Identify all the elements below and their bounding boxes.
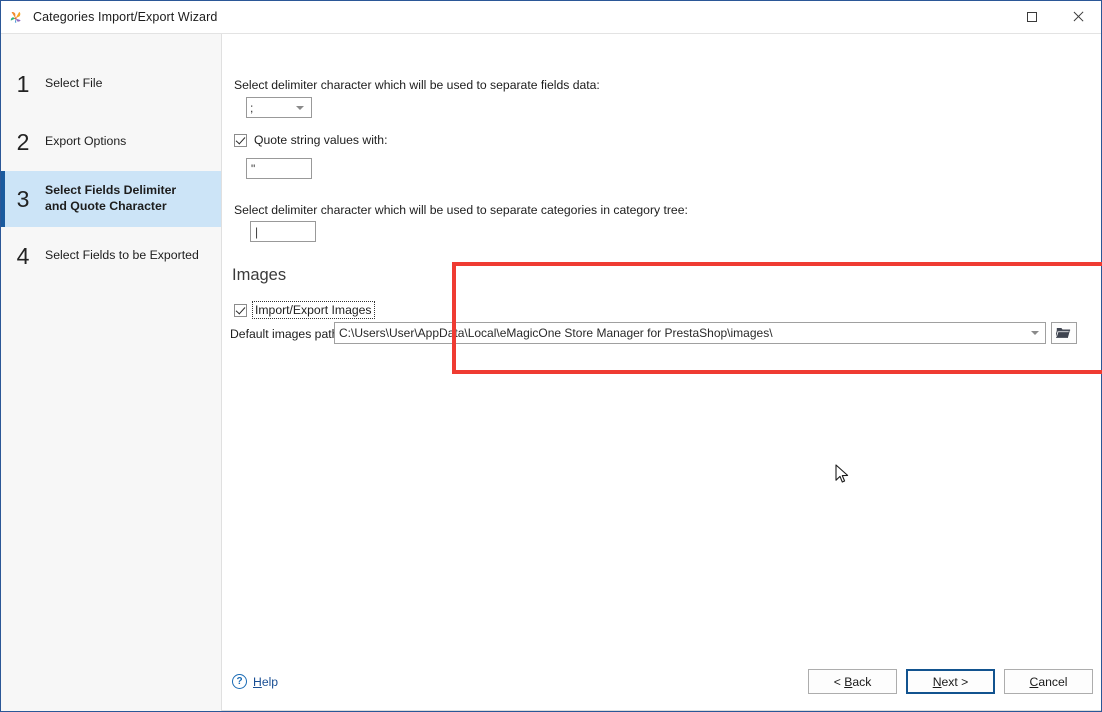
close-icon [1072, 10, 1085, 23]
sidebar-step-1[interactable]: 1 Select File [1, 55, 221, 113]
chevron-down-icon[interactable] [1027, 331, 1043, 335]
default-images-path-label: Default images path [230, 327, 338, 341]
window-body: 1 Select File 2 Export Options 3 Select … [1, 33, 1101, 711]
step-label: Export Options [45, 134, 138, 150]
browse-folder-button[interactable] [1051, 322, 1077, 344]
step-label: Select Fields Delimiter and Quote Charac… [45, 183, 211, 214]
wizard-content-pane: Select delimiter character which will be… [222, 34, 1101, 711]
quote-character-input[interactable]: " [246, 158, 312, 179]
step-label: Select Fields to be Exported [45, 248, 211, 264]
title-bar: Categories Import/Export Wizard [1, 1, 1101, 33]
quote-character-value: " [251, 162, 255, 176]
question-mark-circle-icon: ? [232, 674, 247, 689]
cancel-button-label: Cancel [1030, 675, 1068, 689]
help-link[interactable]: ? Help [232, 674, 278, 689]
next-button-label: Next > [933, 675, 969, 689]
butterfly-logo-icon [8, 9, 24, 25]
category-delimiter-value: | [255, 225, 258, 239]
caption-buttons [1009, 1, 1101, 33]
images-group-title: Images [232, 266, 286, 285]
fields-delimiter-value: ; [250, 101, 296, 115]
step-number: 3 [1, 187, 45, 211]
sidebar-step-4[interactable]: 4 Select Fields to be Exported [1, 227, 221, 285]
maximize-button[interactable] [1009, 1, 1055, 32]
category-delimiter-input[interactable]: | [250, 221, 316, 242]
sidebar-step-3[interactable]: 3 Select Fields Delimiter and Quote Char… [1, 171, 221, 227]
footer-divider [222, 710, 1101, 711]
next-button[interactable]: Next > [906, 669, 995, 694]
step-label: Select File [45, 76, 114, 92]
wizard-buttons: < Back Next > Cancel [808, 669, 1093, 694]
images-section-highlight-box [452, 262, 1102, 374]
cancel-button[interactable]: Cancel [1004, 669, 1093, 694]
quote-string-values-label: Quote string values with: [254, 133, 387, 147]
help-label: Help [253, 675, 278, 689]
chevron-down-icon [296, 106, 304, 110]
back-button-label: < Back [834, 675, 872, 689]
default-images-path-value: C:\Users\User\AppData\Local\eMagicOne St… [339, 326, 1027, 340]
sidebar-step-2[interactable]: 2 Export Options [1, 113, 221, 171]
category-delimiter-label: Select delimiter character which will be… [234, 203, 688, 217]
step-number: 1 [1, 72, 45, 96]
close-button[interactable] [1055, 1, 1101, 32]
form-area: Select delimiter character which will be… [222, 34, 1101, 659]
wizard-steps-sidebar: 1 Select File 2 Export Options 3 Select … [1, 34, 222, 711]
import-export-images-label: Import/Export Images [254, 303, 373, 317]
arrow-pointer-cursor [835, 464, 851, 486]
default-images-path-input[interactable]: C:\Users\User\AppData\Local\eMagicOne St… [334, 322, 1046, 344]
back-button[interactable]: < Back [808, 669, 897, 694]
fields-delimiter-combobox[interactable]: ; [246, 97, 312, 118]
import-export-images-checkbox-row[interactable]: Import/Export Images [234, 303, 373, 317]
wizard-footer: ? Help < Back Next > Cancel [222, 659, 1101, 711]
quote-string-values-checkbox[interactable] [234, 134, 247, 147]
step-number: 2 [1, 130, 45, 154]
step-number: 4 [1, 244, 45, 268]
window-title: Categories Import/Export Wizard [33, 10, 217, 24]
wizard-window: Categories Import/Export Wizard 1 Select… [0, 0, 1102, 712]
quote-string-values-checkbox-row[interactable]: Quote string values with: [234, 133, 387, 147]
maximize-icon [1027, 12, 1037, 22]
fields-delimiter-label: Select delimiter character which will be… [234, 78, 600, 92]
import-export-images-checkbox[interactable] [234, 304, 247, 317]
open-folder-icon [1056, 326, 1072, 340]
